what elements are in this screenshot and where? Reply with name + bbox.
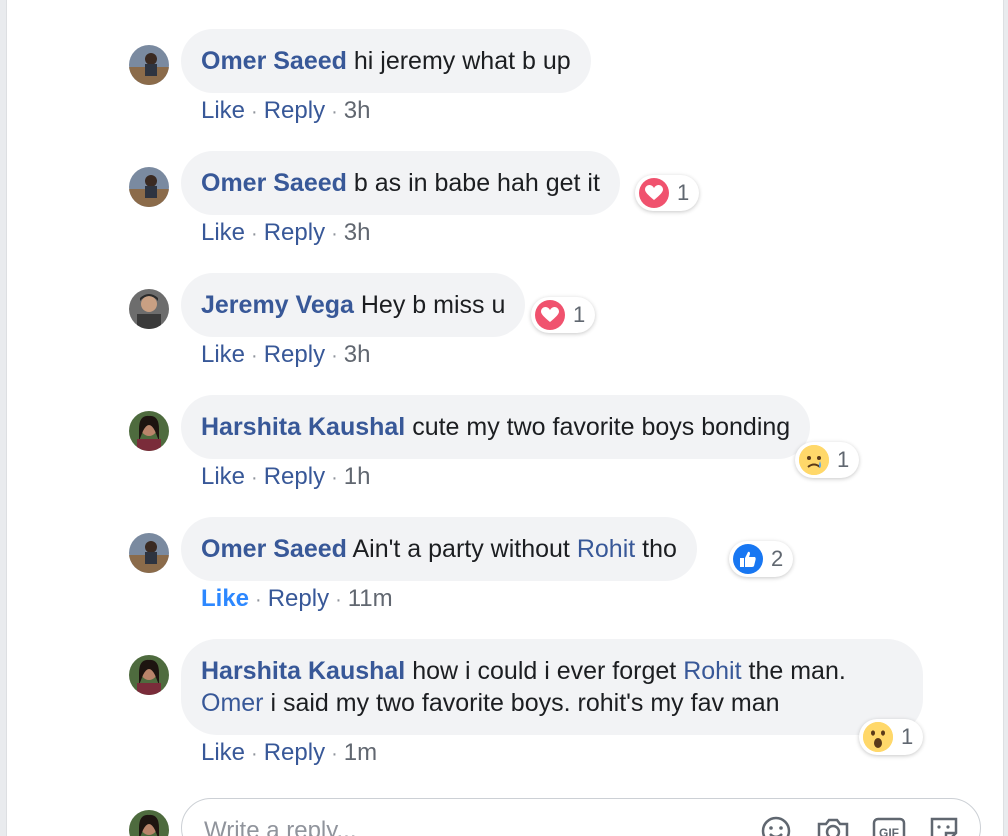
reply-link[interactable]: Reply: [264, 341, 325, 368]
like-link[interactable]: Like: [201, 97, 245, 124]
reply-link[interactable]: Reply: [264, 463, 325, 490]
reply-placeholder: Write a reply...: [204, 817, 357, 836]
reply-link[interactable]: Reply: [264, 219, 325, 246]
reply-link[interactable]: Reply: [264, 97, 325, 124]
avatar[interactable]: [129, 533, 169, 573]
comment-bubble: Omer Saeed hi jeremy what b up: [181, 29, 591, 93]
comment-text: i said my two favorite boys. rohit's my …: [270, 689, 780, 717]
reaction-badge[interactable]: 2: [729, 541, 794, 577]
sad-reaction-icon: [799, 445, 829, 475]
avatar[interactable]: [129, 411, 169, 451]
comment-text: cute my two favorite boys bonding: [412, 413, 791, 441]
comment-actions: Like · Reply · 3h: [201, 341, 371, 368]
comment-actions: Like · Reply · 1m: [201, 739, 378, 766]
like-link[interactable]: Like: [201, 585, 249, 612]
like-link[interactable]: Like: [201, 341, 245, 368]
reaction-badge[interactable]: 1: [795, 442, 860, 478]
comment-actions: Like · Reply · 3h: [201, 219, 371, 246]
comment-bubble: Jeremy Vega Hey b miss u: [181, 273, 526, 337]
timestamp[interactable]: 3h: [344, 219, 371, 246]
reaction-count: 1: [837, 447, 850, 472]
author-name[interactable]: Omer Saeed: [201, 535, 347, 563]
timestamp[interactable]: 3h: [344, 97, 371, 124]
heart-reaction-icon: [639, 178, 669, 208]
comment-text: tho: [642, 535, 677, 563]
timestamp[interactable]: 1h: [344, 463, 371, 490]
comment-actions: Like · Reply · 3h: [201, 97, 371, 124]
gif-icon[interactable]: GIF: [872, 815, 906, 836]
timestamp[interactable]: 1m: [344, 739, 377, 766]
comment-bubble: Omer Saeed Ain't a party without Rohit t…: [181, 517, 697, 581]
avatar[interactable]: [129, 45, 169, 85]
reply-link[interactable]: Reply: [268, 585, 329, 612]
like-link[interactable]: Like: [201, 219, 245, 246]
reply-link[interactable]: Reply: [264, 739, 325, 766]
comment-text: how i could i ever forget: [412, 657, 677, 685]
reaction-count: 1: [677, 180, 690, 205]
author-name[interactable]: Omer Saeed: [201, 47, 347, 75]
reaction-badge[interactable]: 1: [859, 719, 924, 755]
like-reaction-icon: [733, 544, 763, 574]
emoji-icon[interactable]: [760, 815, 794, 836]
comment-text: b as in babe hah get it: [353, 169, 600, 197]
author-name[interactable]: Harshita Kaushal: [201, 413, 405, 441]
like-link[interactable]: Like: [201, 739, 245, 766]
avatar[interactable]: [129, 655, 169, 695]
reply-input[interactable]: Write a reply... GIF: [181, 798, 981, 836]
like-link[interactable]: Like: [201, 463, 245, 490]
comment-thread: Omer Saeed hi jeremy what b up Like · Repl…: [6, 0, 1004, 836]
comment-bubble: Omer Saeed b as in babe hah get it: [181, 151, 620, 215]
mention-link[interactable]: Omer: [201, 689, 264, 717]
avatar[interactable]: [129, 167, 169, 207]
reaction-count: 1: [573, 302, 586, 327]
timestamp[interactable]: 11m: [348, 585, 393, 612]
mention-link[interactable]: Rohit: [577, 535, 635, 563]
reaction-badge[interactable]: 1: [531, 297, 596, 333]
comment-text: the man.: [748, 657, 846, 685]
author-name[interactable]: Jeremy Vega: [201, 291, 354, 319]
heart-reaction-icon: [535, 300, 565, 330]
avatar[interactable]: [129, 289, 169, 329]
current-user-avatar[interactable]: [129, 810, 169, 836]
sticker-icon[interactable]: [928, 815, 962, 836]
comment-text: Ain't a party without: [352, 535, 570, 563]
comment-text: hi jeremy what b up: [353, 47, 571, 75]
comment-bubble: Harshita Kaushal cute my two favorite bo…: [181, 395, 811, 459]
author-name[interactable]: Omer Saeed: [201, 169, 347, 197]
camera-icon[interactable]: [816, 815, 850, 836]
comment-actions: Like · Reply · 11m: [201, 585, 393, 612]
wow-reaction-icon: [863, 722, 893, 752]
reaction-count: 2: [771, 546, 784, 571]
comment-actions: Like · Reply · 1h: [201, 463, 371, 490]
author-name[interactable]: Harshita Kaushal: [201, 657, 405, 685]
reaction-count: 1: [901, 724, 914, 749]
mention-link[interactable]: Rohit: [683, 657, 741, 685]
svg-text:GIF: GIF: [879, 826, 899, 836]
timestamp[interactable]: 3h: [344, 341, 371, 368]
reaction-badge[interactable]: 1: [635, 175, 700, 211]
comment-text: Hey b miss u: [360, 291, 506, 319]
comment-bubble: Harshita Kaushal how i could i ever forg…: [181, 639, 923, 735]
